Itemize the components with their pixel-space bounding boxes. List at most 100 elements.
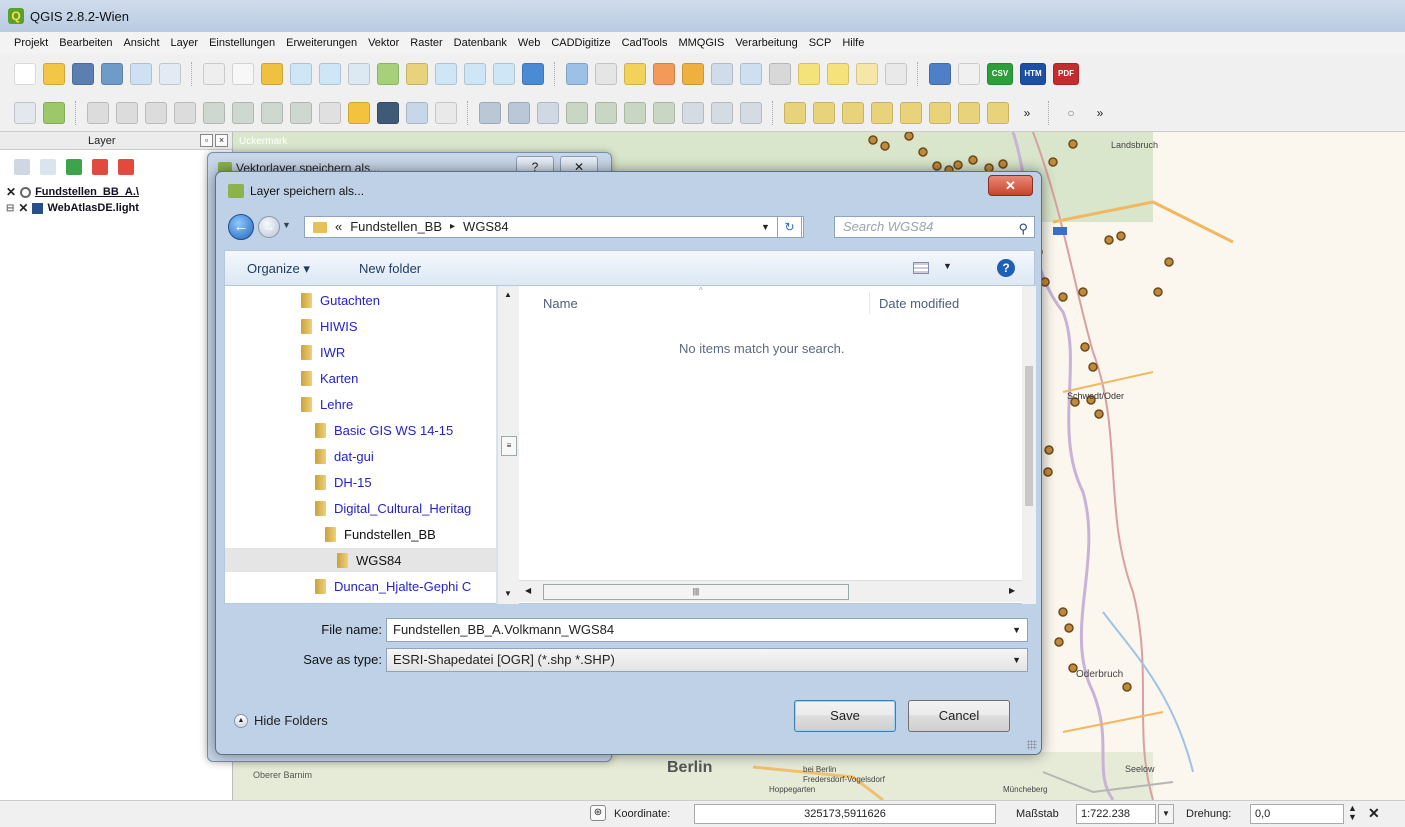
statistics-icon[interactable]: [406, 101, 428, 124]
scroll-thumb[interactable]: |||: [543, 584, 849, 600]
tree-item-iwr[interactable]: IWR: [301, 340, 496, 364]
float-panel-icon[interactable]: ▫: [200, 134, 213, 147]
layer-checkbox[interactable]: ✕: [18, 201, 28, 215]
breadcrumb-prefix[interactable]: «: [335, 217, 342, 237]
cad-tool-6-icon[interactable]: [232, 101, 254, 124]
collapse-all-icon[interactable]: [118, 159, 134, 175]
render-toggle-icon[interactable]: ✕: [1368, 805, 1380, 822]
map-tips-icon[interactable]: [798, 63, 820, 85]
mmqgis-5-icon[interactable]: [595, 101, 617, 124]
show-bookmarks-icon[interactable]: [856, 63, 878, 85]
overflow-chevron-icon[interactable]: »: [1016, 101, 1038, 124]
new-print-composer-icon[interactable]: [130, 63, 152, 85]
tree-item-dh-15[interactable]: DH-15: [315, 470, 496, 494]
rotation-field[interactable]: 0,0: [1250, 804, 1344, 824]
refresh-icon[interactable]: [522, 63, 544, 85]
scale-dropdown-icon[interactable]: ▼: [1158, 804, 1174, 824]
node-tool-8-icon[interactable]: [987, 101, 1009, 124]
scroll-thumb[interactable]: ≡: [501, 436, 517, 456]
cad-tool-3-icon[interactable]: [145, 101, 167, 124]
search-input[interactable]: Search WGS84 ⚲: [834, 216, 1035, 238]
search-icon[interactable]: ⚲: [1018, 219, 1028, 239]
cad-tool-8-icon[interactable]: [290, 101, 312, 124]
visibility-eye-icon[interactable]: [40, 159, 56, 175]
new-folder-button[interactable]: New folder: [359, 261, 421, 276]
save-type-select[interactable]: ESRI-Shapedatei [OGR] (*.shp *.SHP) ▼: [386, 648, 1028, 672]
save-button[interactable]: Save: [794, 700, 896, 732]
tree-item-fundstellen-bb[interactable]: Fundstellen_BB: [325, 522, 496, 546]
pdf-export-icon[interactable]: PDF: [1053, 63, 1079, 85]
open-project-icon[interactable]: [43, 63, 65, 85]
text-annotation-icon[interactable]: [885, 63, 907, 85]
node-tool-1-icon[interactable]: [784, 101, 806, 124]
tree-scrollbar[interactable]: ▲ ≡ ▼: [497, 286, 519, 604]
chevron-down-icon[interactable]: ▼: [1012, 649, 1021, 671]
breadcrumb-separator[interactable]: ▸: [450, 217, 455, 237]
cad-tool-7-icon[interactable]: [261, 101, 283, 124]
file-name-field[interactable]: Fundstellen_BB_A.Volkmann_WGS84 ▼: [386, 618, 1028, 642]
close-panel-icon[interactable]: ×: [215, 134, 228, 147]
menu-vektor[interactable]: Vektor: [368, 37, 399, 49]
breadcrumb-parent[interactable]: Fundstellen_BB: [350, 217, 442, 237]
menu-verarbeitung[interactable]: Verarbeitung: [735, 37, 797, 49]
menu-web[interactable]: Web: [518, 37, 540, 49]
node-tool-2-icon[interactable]: [813, 101, 835, 124]
menu-bearbeiten[interactable]: Bearbeiten: [59, 37, 112, 49]
mmqgis-8-icon[interactable]: [682, 101, 704, 124]
identify-icon[interactable]: [566, 63, 588, 85]
view-options-icon[interactable]: [913, 262, 929, 274]
composer-manager-icon[interactable]: [159, 63, 181, 85]
measure-icon[interactable]: [769, 63, 791, 85]
column-header-name[interactable]: Name: [543, 296, 578, 311]
open-styling-icon[interactable]: [14, 159, 30, 175]
identify-dropdown-icon[interactable]: [595, 63, 617, 85]
add-layer-icon[interactable]: [14, 101, 36, 124]
new-project-icon[interactable]: [14, 63, 36, 85]
recent-locations-dropdown-icon[interactable]: ▼: [282, 220, 291, 230]
pan-to-selection-icon[interactable]: [261, 63, 283, 85]
tree-item-basic-gis[interactable]: Basic GIS WS 14-15: [315, 418, 496, 442]
node-tool-6-icon[interactable]: [929, 101, 951, 124]
menu-erweiterungen[interactable]: Erweiterungen: [286, 37, 357, 49]
column-divider[interactable]: [869, 292, 870, 314]
menu-projekt[interactable]: Projekt: [14, 37, 48, 49]
table-icon[interactable]: [435, 101, 457, 124]
column-header-date[interactable]: Date modified: [879, 296, 959, 311]
deselect-icon[interactable]: [653, 63, 675, 85]
pan-hand-icon[interactable]: [232, 63, 254, 85]
mmqgis-9-icon[interactable]: [711, 101, 733, 124]
zoom-to-layer-icon[interactable]: [435, 63, 457, 85]
file-list-scrollbar[interactable]: [1022, 286, 1036, 604]
field-calculator-icon[interactable]: [740, 63, 762, 85]
menu-scp[interactable]: SCP: [809, 37, 832, 49]
mmqgis-7-icon[interactable]: [653, 101, 675, 124]
zoom-native-icon[interactable]: [348, 63, 370, 85]
zoom-out-icon[interactable]: [319, 63, 341, 85]
zoom-in-icon[interactable]: [290, 63, 312, 85]
menu-datenbank[interactable]: Datenbank: [454, 37, 507, 49]
forward-arrow-icon[interactable]: →: [258, 216, 280, 238]
select-features-icon[interactable]: [624, 63, 646, 85]
node-tool-4-icon[interactable]: [871, 101, 893, 124]
tree-item-duncan-hjalte[interactable]: Duncan_Hjalte-Gephi C: [315, 574, 496, 598]
node-tool-5-icon[interactable]: [900, 101, 922, 124]
new-bookmark-icon[interactable]: [827, 63, 849, 85]
help-icon[interactable]: [929, 63, 951, 85]
layer-checkbox[interactable]: ✕: [6, 185, 16, 199]
html-export-icon[interactable]: HTM: [1020, 63, 1046, 85]
mmqgis-1-icon[interactable]: [479, 101, 501, 124]
cad-tool-2-icon[interactable]: [116, 101, 138, 124]
touch-zoom-icon[interactable]: [203, 63, 225, 85]
filter-icon[interactable]: [66, 159, 82, 175]
zoom-full-icon[interactable]: [377, 63, 399, 85]
mmqgis-6-icon[interactable]: [624, 101, 646, 124]
close-icon[interactable]: ✕: [988, 175, 1033, 196]
tree-item-gutachten[interactable]: Gutachten: [301, 288, 496, 312]
view-dropdown-icon[interactable]: ▼: [943, 261, 952, 271]
mmqgis-2-icon[interactable]: [508, 101, 530, 124]
mmqgis-4-icon[interactable]: [566, 101, 588, 124]
horizontal-scrollbar[interactable]: ◀ ||| ▶: [519, 580, 1022, 602]
layer-item-webatlas[interactable]: ⊟ ✕ WebAtlasDE.light: [0, 200, 232, 216]
menu-raster[interactable]: Raster: [410, 37, 442, 49]
back-arrow-icon[interactable]: ←: [228, 214, 254, 240]
